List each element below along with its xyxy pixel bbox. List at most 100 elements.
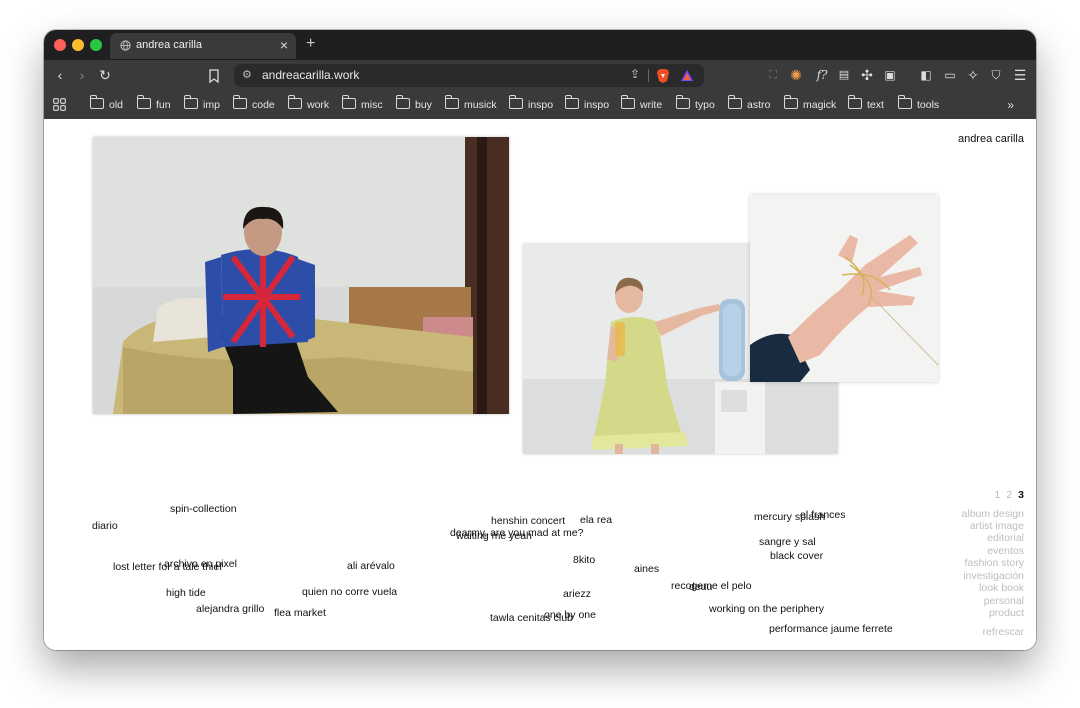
bookmark-folder-inspo-2[interactable]: inspo [565, 91, 609, 119]
vpn-shield-icon[interactable]: ⛉ [988, 60, 1004, 91]
page-3-link[interactable]: 3 [1018, 489, 1024, 501]
bookmark-folder-musick[interactable]: musick [445, 91, 497, 119]
brave-rewards-icon[interactable] [680, 69, 694, 82]
bookmark-folder-tools[interactable]: tools [898, 91, 939, 119]
bookmark-folder-astro[interactable]: astro [728, 91, 770, 119]
bookmark-folder-old[interactable]: old [90, 91, 123, 119]
folder-icon [848, 95, 862, 109]
category-editorial[interactable]: editorial [987, 532, 1024, 544]
capture-icon[interactable]: ▣ [882, 60, 898, 91]
project-link[interactable]: ali arévalo [347, 560, 395, 572]
menu-icon[interactable]: ☰ [1012, 60, 1028, 91]
folder-icon [621, 95, 635, 109]
maximize-window-button[interactable] [90, 39, 102, 51]
folder-icon [288, 95, 302, 109]
category-eventos[interactable]: eventos [987, 545, 1024, 557]
category-product[interactable]: product [989, 607, 1024, 619]
screenshot-icon[interactable]: ⛶ [766, 60, 780, 91]
apps-grid-icon[interactable] [53, 98, 66, 111]
folder-icon [784, 95, 798, 109]
bookmark-icon[interactable] [208, 69, 220, 83]
category-artist-image[interactable]: artist image [970, 520, 1024, 532]
brave-shields-icon[interactable] [656, 68, 670, 83]
address-bar[interactable]: ⚙ andreacarilla.work ⇪ [234, 64, 704, 87]
bookmark-folder-inspo[interactable]: inspo [509, 91, 553, 119]
folder-icon [676, 95, 690, 109]
page-1-link[interactable]: 1 [994, 489, 1000, 501]
bookmarks-bar: old fun imp code work misc buy musick in… [44, 91, 1036, 120]
bookmark-folder-work[interactable]: work [288, 91, 329, 119]
bookmark-folder-code[interactable]: code [233, 91, 275, 119]
extensions-puzzle-icon[interactable]: ✣ [858, 60, 876, 91]
separator [648, 69, 649, 82]
project-link[interactable]: tawla cenitas club [490, 612, 573, 624]
tab-strip: andrea carilla × + [44, 30, 1036, 60]
project-link[interactable]: alejandra grillo [196, 603, 264, 615]
category-fashion-story[interactable]: fashion story [964, 557, 1024, 569]
bookmark-folder-write[interactable]: write [621, 91, 662, 119]
font-extension-icon[interactable]: f? [814, 60, 830, 91]
bookmark-folder-text[interactable]: text [848, 91, 884, 119]
category-investigacion[interactable]: investigación [963, 570, 1024, 582]
project-link[interactable]: waiting me yeah [456, 530, 532, 542]
project-link[interactable]: ela rea [580, 514, 612, 526]
site-settings-icon[interactable]: ⚙ [242, 68, 252, 81]
active-tab[interactable]: andrea carilla × [110, 33, 296, 59]
close-tab-icon[interactable]: × [280, 37, 288, 53]
project-link[interactable]: black cover [770, 550, 823, 562]
extension-sun-icon[interactable]: ✺ [788, 60, 804, 91]
project-link[interactable]: performance jaume ferrete [769, 623, 893, 635]
forward-icon[interactable]: › [74, 60, 90, 91]
project-link[interactable]: diario [92, 520, 118, 532]
bookmark-folder-magick[interactable]: magick [784, 91, 836, 119]
page-content: andrea carilla spin-collection diario he… [44, 119, 1036, 650]
toolbar: ‹ › ↻ ⚙ andreacarilla.work ⇪ ⛶ ✺ f? ▤ ✣ … [44, 60, 1036, 91]
project-link[interactable]: henshin concert [491, 515, 565, 527]
close-window-button[interactable] [54, 39, 66, 51]
category-personal[interactable]: personal [984, 595, 1024, 607]
project-link[interactable]: flea market [274, 607, 326, 619]
folder-icon [728, 95, 742, 109]
bookmark-folder-imp[interactable]: imp [184, 91, 220, 119]
folder-icon [396, 95, 410, 109]
sidebar-icon[interactable]: ◧ [918, 60, 934, 91]
bookmark-folder-typo[interactable]: typo [676, 91, 715, 119]
bookmark-folder-buy[interactable]: buy [396, 91, 432, 119]
new-tab-button[interactable]: + [306, 34, 315, 54]
globe-icon [120, 40, 131, 51]
reader-extension-icon[interactable]: ▤ [836, 60, 852, 91]
folder-icon [565, 95, 579, 109]
project-link[interactable]: 8kito [573, 554, 595, 566]
wallet-icon[interactable]: ▭ [942, 60, 958, 91]
project-link[interactable]: deuu [689, 581, 712, 593]
portfolio-photo-hand-thread[interactable] [750, 195, 938, 382]
tab-title: andrea carilla [136, 39, 203, 51]
browser-window: andrea carilla × + ‹ › ↻ ⚙ andreacarilla… [44, 30, 1036, 650]
project-link[interactable]: ariezz [563, 588, 591, 600]
category-album-design[interactable]: album design [962, 508, 1024, 520]
folder-icon [898, 95, 912, 109]
leo-ai-icon[interactable]: ✧ [964, 60, 982, 91]
project-link[interactable]: spin-collection [170, 503, 237, 515]
refresh-link[interactable]: refrescar [983, 626, 1024, 638]
project-link[interactable]: high tide [166, 587, 206, 599]
category-look-book[interactable]: look book [979, 582, 1024, 594]
project-link[interactable]: sangre y sal [759, 536, 816, 548]
site-title-link[interactable]: andrea carilla [958, 133, 1024, 145]
project-link[interactable]: aines [634, 563, 659, 575]
back-icon[interactable]: ‹ [52, 60, 68, 91]
page-2-link[interactable]: 2 [1006, 489, 1012, 501]
project-link[interactable]: quien no corre vuela [302, 586, 397, 598]
folder-icon [137, 95, 151, 109]
project-link[interactable]: working on the periphery [709, 603, 824, 615]
bookmark-folder-fun[interactable]: fun [137, 91, 171, 119]
more-bookmarks-icon[interactable]: » [1007, 91, 1014, 119]
project-link[interactable]: el frances [800, 509, 846, 521]
folder-icon [445, 95, 459, 109]
bookmark-folder-misc[interactable]: misc [342, 91, 383, 119]
share-icon[interactable]: ⇪ [630, 67, 640, 81]
minimize-window-button[interactable] [72, 39, 84, 51]
project-link[interactable]: lost letter for a tale thief [113, 561, 222, 573]
portfolio-photo-bedroom[interactable] [93, 137, 509, 414]
reload-icon[interactable]: ↻ [96, 60, 114, 91]
